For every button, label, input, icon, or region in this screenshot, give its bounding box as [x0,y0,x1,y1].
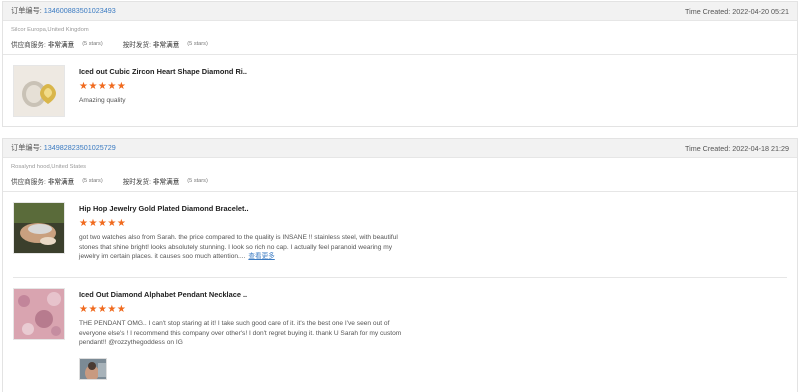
ontime-shipping-rating: 按时发货: 非常满意 (5 stars) [123,176,208,186]
ontime-label: 按时发货: [122,179,151,186]
product-title[interactable]: Iced Out Diamond Alphabet Pendant Neckla… [79,290,787,300]
ontime-shipping-rating: 按时发货: 非常满意 (5 stars) [123,39,208,49]
ring-image-icon [14,66,64,116]
order-number-label: 订单编号: [11,143,42,152]
review-text: got two watches also from Sarah. the pri… [79,233,409,262]
product-title[interactable]: Iced out Cubic Zircon Heart Shape Diamon… [79,67,787,77]
review-text: Amazing quality [79,97,126,104]
ratings-row: 供应商服务: 非常满意 (5 stars) 按时发货: 非常满意 (5 star… [11,175,789,187]
supplier-service-stars: (5 stars) [82,41,103,47]
supplier-service-rating: 供应商服务: 非常满意 (5 stars) [11,176,103,186]
supplier-service-value: 非常满意 [47,42,75,49]
ontime-value: 非常满意 [152,179,180,186]
product-thumbnail[interactable] [13,288,65,340]
buyer-name: Rosalynd hood,United States [11,164,87,170]
ontime-value: 非常满意 [152,42,180,49]
review-item: Iced out Cubic Zircon Heart Shape Diamon… [3,55,797,127]
star-rating: ★★★★★ [79,81,127,92]
order-header: 订单编号: 134982823501025729 Time Created: 2… [3,139,797,158]
order-number-link[interactable]: 134600883501023493 [44,6,116,15]
star-rating: ★★★★★ [79,304,127,315]
star-rating: ★★★★★ [79,218,127,229]
product-thumbnail[interactable] [13,65,65,117]
ontime-stars: (5 stars) [187,41,208,47]
supplier-service-stars: (5 stars) [82,178,103,184]
review-content: Iced Out Diamond Alphabet Pendant Neckla… [79,288,787,380]
supplier-service-label: 供应商服务: [11,42,46,49]
review-item: Hip Hop Jewelry Gold Plated Diamond Brac… [3,192,797,277]
supplier-service-rating: 供应商服务: 非常满意 (5 stars) [11,39,103,49]
review-item: Iced Out Diamond Alphabet Pendant Neckla… [3,278,797,390]
order-header: 订单编号: 134600883501023493 Time Created: 2… [3,2,797,21]
product-thumbnail[interactable] [13,202,65,254]
order-number-label: 订单编号: [11,6,42,15]
order-card: 订单编号: 134600883501023493 Time Created: 2… [2,1,798,127]
view-more-link[interactable]: 查看更多 [248,253,274,260]
pendant-image-icon [14,289,64,339]
review-photo-icon [80,358,106,379]
supplier-service-label: 供应商服务: [11,179,46,186]
order-number-link[interactable]: 134982823501025729 [44,143,116,152]
ontime-label: 按时发货: [122,42,151,49]
review-photo-thumbnail[interactable] [79,357,107,380]
bracelet-image-icon [14,203,64,253]
time-created: Time Created: 2022-04-20 05:21 [684,6,789,16]
order-card: 订单编号: 134982823501025729 Time Created: 2… [2,138,798,392]
buyer-name: Silcor Europa,United Kingdom [11,27,89,33]
review-content: Hip Hop Jewelry Gold Plated Diamond Brac… [79,202,787,267]
supplier-service-value: 非常满意 [47,179,75,186]
ontime-stars: (5 stars) [187,178,208,184]
buyer-info: Silcor Europa,United Kingdom 供应商服务: 非常满意… [3,21,797,50]
ratings-row: 供应商服务: 非常满意 (5 stars) 按时发货: 非常满意 (5 star… [11,38,789,50]
review-body: got two watches also from Sarah. the pri… [79,234,398,260]
review-content: Iced out Cubic Zircon Heart Shape Diamon… [79,65,787,117]
time-created: Time Created: 2022-04-18 21:29 [684,143,789,153]
review-text: THE PENDANT OMG.. I can't stop staring a… [79,320,402,346]
buyer-info: Rosalynd hood,United States 供应商服务: 非常满意 … [3,158,797,187]
product-title[interactable]: Hip Hop Jewelry Gold Plated Diamond Brac… [79,204,787,214]
